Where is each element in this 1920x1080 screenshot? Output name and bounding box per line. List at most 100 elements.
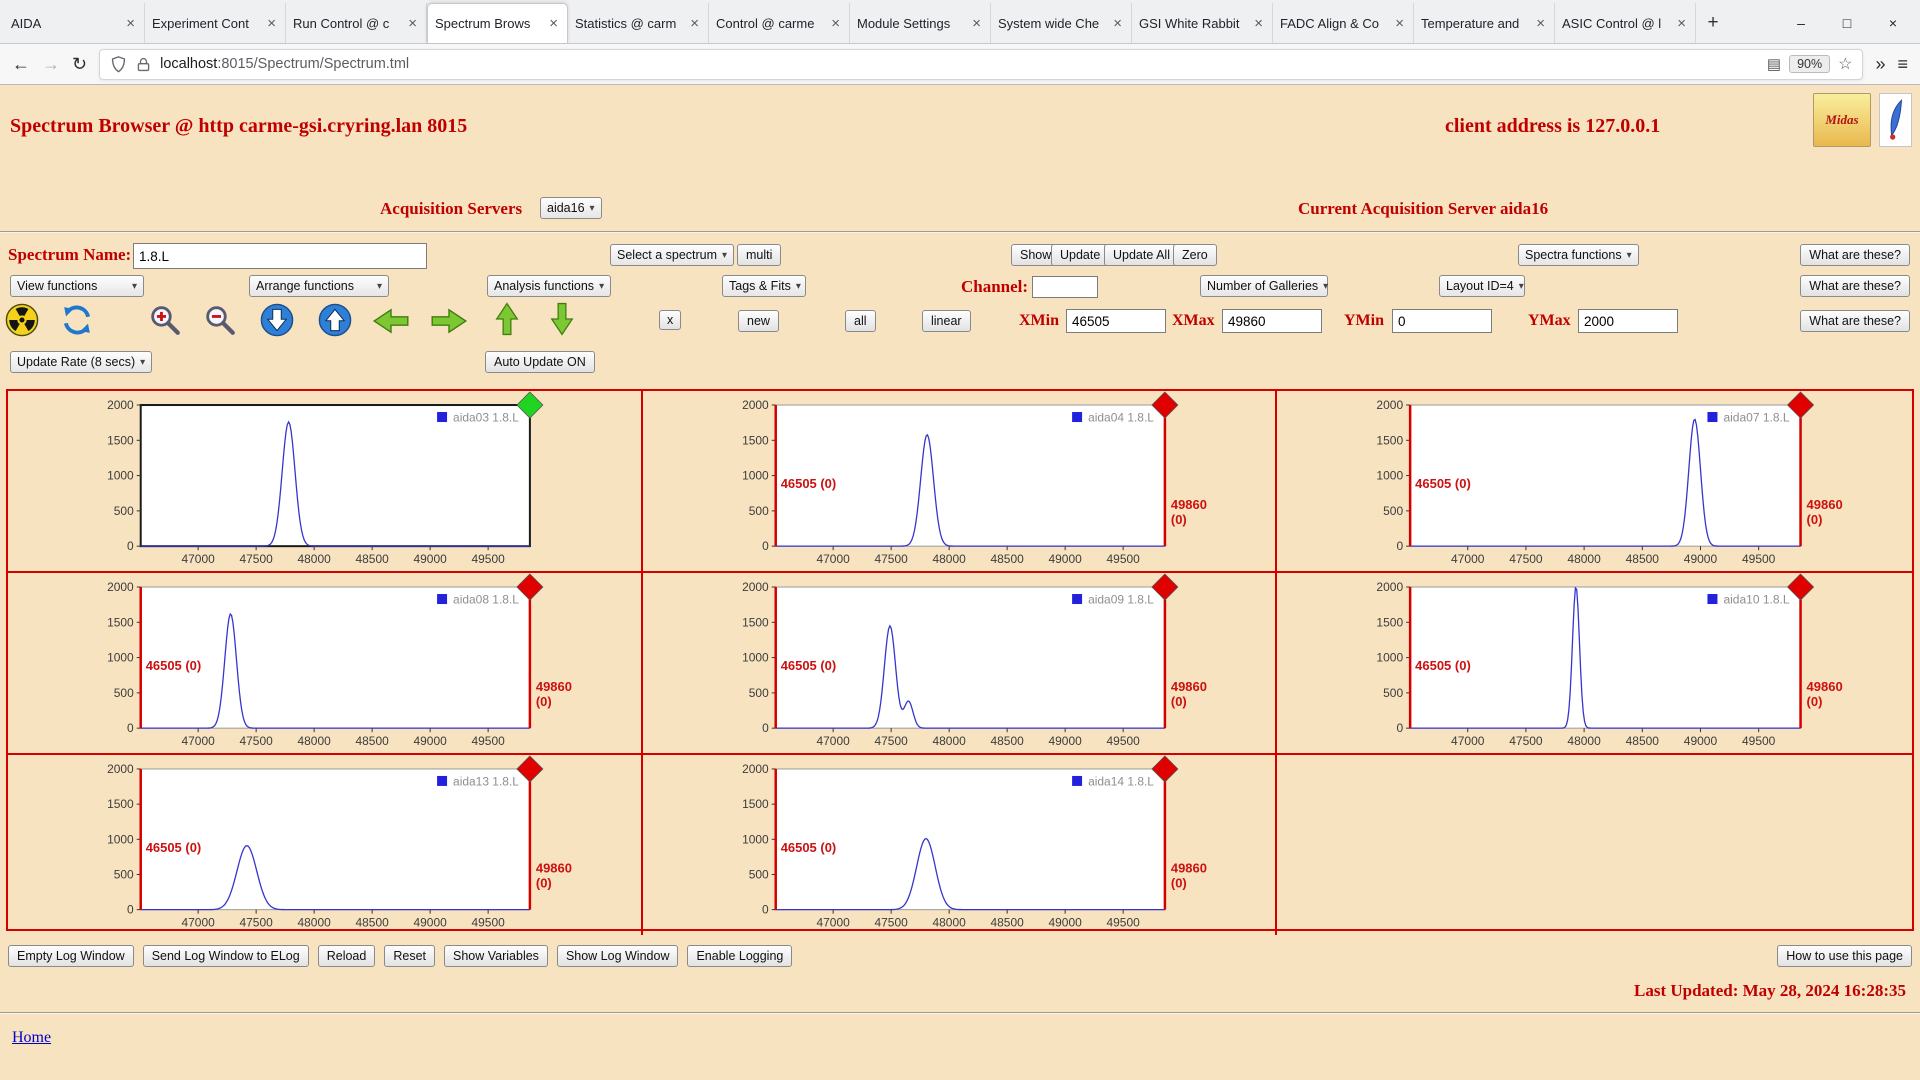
footer-button[interactable]: Reset xyxy=(384,945,435,967)
tab-close-icon[interactable]: × xyxy=(406,15,419,32)
footer-button[interactable]: Show Log Window xyxy=(556,945,679,967)
tab-close-icon[interactable]: × xyxy=(1675,15,1688,32)
browser-tab[interactable]: FADC Align & Co × xyxy=(1273,3,1414,43)
zoom-out-icon[interactable] xyxy=(203,303,237,337)
acquisition-server-select[interactable]: aida16 ▾ xyxy=(540,197,602,219)
new-tab-button[interactable]: + xyxy=(1696,3,1730,43)
update-button[interactable]: Update xyxy=(1051,244,1110,266)
layout-id-select[interactable]: Layout ID=4 ▾ xyxy=(1439,275,1525,297)
window-minimize-button[interactable]: – xyxy=(1778,3,1824,43)
how-to-use-button[interactable]: How to use this page xyxy=(1777,945,1912,967)
window-maximize-button[interactable]: □ xyxy=(1824,3,1870,43)
reader-mode-icon[interactable]: ▤ xyxy=(1767,55,1781,73)
tab-close-icon[interactable]: × xyxy=(1111,15,1124,32)
green-arrow-down-icon[interactable] xyxy=(548,301,576,337)
green-arrow-left-icon[interactable] xyxy=(371,307,411,335)
midas-logo[interactable]: Midas xyxy=(1813,93,1871,147)
footer-button[interactable]: Enable Logging xyxy=(687,945,793,967)
spectrum-panel[interactable]: 0 500 1000 1500 2000 47000 47500 48000 48500 4900… xyxy=(8,573,643,756)
tab-close-icon[interactable]: × xyxy=(1534,15,1547,32)
spectrum-chart[interactable]: 0 500 1000 1500 2000 47000 47500 48000 48500 4900… xyxy=(643,573,1276,753)
footer-button[interactable]: Show Variables xyxy=(444,945,548,967)
spectrum-chart[interactable]: 0 500 1000 1500 2000 47000 47500 48000 48500 4900… xyxy=(8,755,641,935)
window-close-button[interactable]: × xyxy=(1870,3,1916,43)
browser-tab[interactable]: Run Control @ c × xyxy=(286,3,427,43)
tracking-shield-icon[interactable] xyxy=(110,55,127,73)
tcl-logo[interactable] xyxy=(1879,93,1912,147)
spectrum-panel[interactable]: 0 500 1000 1500 2000 47000 47500 48000 48500 4900… xyxy=(642,391,1278,574)
browser-tab[interactable]: ASIC Control @ l × xyxy=(1555,3,1696,43)
analysis-functions-select[interactable]: Analysis functions ▾ xyxy=(487,275,611,297)
padlock-icon[interactable] xyxy=(135,56,152,73)
browser-tab[interactable]: Statistics @ carm × xyxy=(568,3,709,43)
home-link[interactable]: Home xyxy=(12,1029,51,1047)
tab-close-icon[interactable]: × xyxy=(829,15,842,32)
browser-tab[interactable]: Temperature and × xyxy=(1414,3,1555,43)
green-arrow-right-icon[interactable] xyxy=(429,307,469,335)
update-all-button[interactable]: Update All xyxy=(1104,244,1179,266)
spectrum-chart[interactable]: 0 500 1000 1500 2000 47000 47500 48000 48500 4900… xyxy=(643,755,1276,935)
back-button[interactable]: ← xyxy=(12,54,30,75)
spectrum-panel[interactable]: 0 500 1000 1500 2000 47000 47500 48000 48500 4900… xyxy=(642,573,1278,756)
spectrum-panel[interactable]: 0 500 1000 1500 2000 47000 47500 48000 48500 4900… xyxy=(643,755,1278,935)
zoom-level-indicator[interactable]: 90% xyxy=(1789,55,1831,73)
select-spectrum-dropdown[interactable]: Select a spectrum ▾ xyxy=(610,244,735,266)
spectrum-panel[interactable]: 0 500 1000 1500 2000 47000 47500 48000 48500 4900… xyxy=(8,391,643,574)
number-of-galleries-select[interactable]: Number of Galleries ▾ xyxy=(1200,275,1328,297)
all-button[interactable]: all xyxy=(845,310,876,332)
spectrum-chart[interactable]: 0 500 1000 1500 2000 47000 47500 48000 48500 4900… xyxy=(1277,573,1912,753)
auto-update-button[interactable]: Auto Update ON xyxy=(485,351,595,373)
tab-close-icon[interactable]: × xyxy=(1393,15,1406,32)
what-are-these-button-3[interactable]: What are these? xyxy=(1800,310,1910,332)
bookmark-star-icon[interactable]: ☆ xyxy=(1838,54,1852,74)
spectrum-chart[interactable]: 0 500 1000 1500 2000 47000 47500 48000 48500 4900… xyxy=(643,391,1276,571)
spectrum-chart[interactable]: 0 500 1000 1500 2000 47000 47500 48000 48500 4900… xyxy=(8,573,641,753)
new-button[interactable]: new xyxy=(738,310,779,332)
spectrum-chart[interactable]: 0 500 1000 1500 2000 47000 47500 48000 48500 4900… xyxy=(8,391,641,571)
xmin-input[interactable] xyxy=(1066,309,1166,333)
reload-button[interactable]: ↻ xyxy=(72,54,87,75)
browser-tab[interactable]: Module Settings × xyxy=(850,3,991,43)
overflow-chevrons-icon[interactable]: » xyxy=(1875,54,1885,75)
ymax-input[interactable] xyxy=(1578,309,1678,333)
browser-tab[interactable]: GSI White Rabbit × xyxy=(1132,3,1273,43)
arrange-functions-select[interactable]: Arrange functions ▾ xyxy=(249,275,389,297)
browser-tab[interactable]: Control @ carme × xyxy=(709,3,850,43)
address-field[interactable]: localhost:8015/Spectrum/Spectrum.tml ▤ 9… xyxy=(99,48,1864,80)
spectrum-panel[interactable]: 0 500 1000 1500 2000 47000 47500 48000 48500 4900… xyxy=(1277,391,1912,574)
update-rate-select[interactable]: Update Rate (8 secs) ▾ xyxy=(10,351,153,373)
browser-tab[interactable]: Spectrum Brows × xyxy=(427,3,568,43)
arrow-down-circle-icon[interactable] xyxy=(260,303,294,337)
green-arrow-up-icon[interactable] xyxy=(493,301,521,337)
view-functions-select[interactable]: View functions ▾ xyxy=(10,275,144,297)
linear-button[interactable]: linear xyxy=(922,310,971,332)
tab-close-icon[interactable]: × xyxy=(124,15,137,32)
spectrum-panel[interactable]: 0 500 1000 1500 2000 47000 47500 48000 48500 4900… xyxy=(1277,573,1912,756)
ymin-input[interactable] xyxy=(1392,309,1492,333)
radioactive-icon[interactable] xyxy=(5,303,39,337)
footer-button[interactable]: Empty Log Window xyxy=(8,945,134,967)
what-are-these-button-1[interactable]: What are these? xyxy=(1800,244,1910,266)
multi-button[interactable]: multi xyxy=(737,244,782,266)
spectra-functions-select[interactable]: Spectra functions ▾ xyxy=(1518,244,1639,266)
footer-button[interactable]: Reload xyxy=(317,945,376,967)
channel-input[interactable] xyxy=(1032,276,1098,298)
zoom-in-icon[interactable] xyxy=(148,303,182,337)
refresh-icon[interactable] xyxy=(60,303,94,337)
hamburger-menu-icon[interactable]: ≡ xyxy=(1897,54,1908,75)
browser-tab[interactable]: AIDA × xyxy=(4,3,145,43)
tab-close-icon[interactable]: × xyxy=(547,15,560,32)
arrow-up-circle-icon[interactable] xyxy=(318,303,352,337)
forward-button[interactable]: → xyxy=(42,54,60,75)
tab-close-icon[interactable]: × xyxy=(1252,15,1265,32)
xmax-input[interactable] xyxy=(1222,309,1322,333)
browser-tab[interactable]: Experiment Cont × xyxy=(145,3,286,43)
spectrum-name-input[interactable] xyxy=(133,243,427,269)
tab-close-icon[interactable]: × xyxy=(265,15,278,32)
browser-tab[interactable]: System wide Che × xyxy=(991,3,1132,43)
spectrum-panel[interactable]: 0 500 1000 1500 2000 47000 47500 48000 48500 4900… xyxy=(8,755,643,935)
footer-button[interactable]: Send Log Window to ELog xyxy=(142,945,309,967)
tab-close-icon[interactable]: × xyxy=(970,15,983,32)
x-button[interactable]: x xyxy=(659,310,682,330)
tags-fits-select[interactable]: Tags & Fits ▾ xyxy=(722,275,806,297)
